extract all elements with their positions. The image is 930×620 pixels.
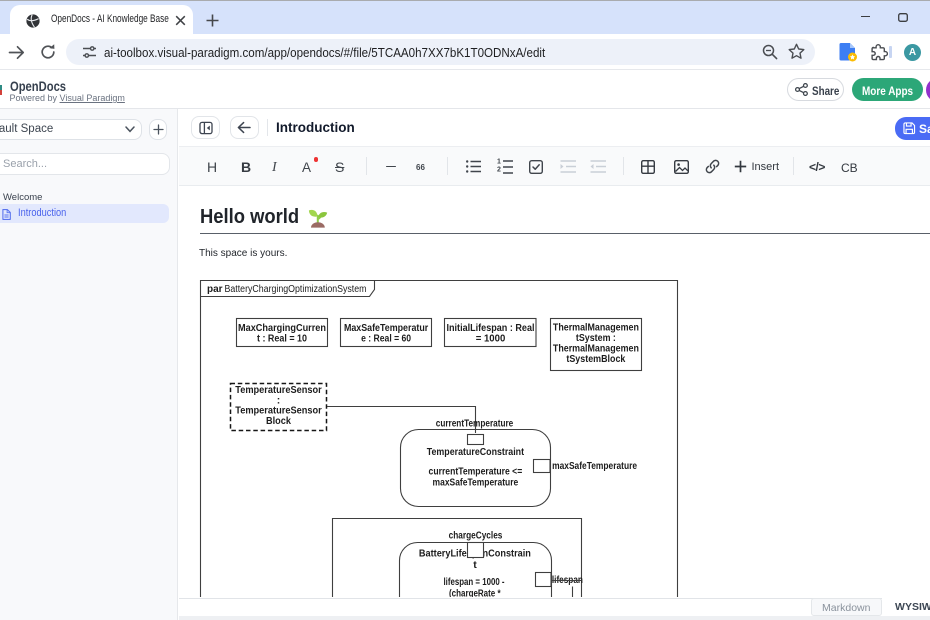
svg-text:(chargeRate *: (chargeRate * bbox=[449, 587, 501, 597]
svg-text:lifespan = 1000 -: lifespan = 1000 - bbox=[444, 576, 505, 588]
svg-text:par: par bbox=[207, 284, 223, 295]
svg-text:1: 1 bbox=[497, 159, 501, 166]
svg-text:e : Real = 60: e : Real = 60 bbox=[361, 332, 411, 344]
svg-text:2: 2 bbox=[497, 167, 501, 174]
svg-text:t : Real = 10: t : Real = 10 bbox=[257, 332, 307, 344]
svg-text:currentTemperature: currentTemperature bbox=[436, 417, 514, 429]
svg-text:chargeCycles: chargeCycles bbox=[449, 530, 503, 542]
svg-text:Block: Block bbox=[266, 415, 291, 427]
svg-text:= 1000: = 1000 bbox=[476, 332, 506, 344]
svg-text:maxSafeTemperature: maxSafeTemperature bbox=[433, 476, 519, 488]
svg-text:t: t bbox=[473, 559, 477, 571]
svg-text:tSystemBlock: tSystemBlock bbox=[566, 353, 625, 365]
svg-text:TemperatureConstraint: TemperatureConstraint bbox=[427, 446, 525, 458]
svg-text:BatteryChargingOptimizationSys: BatteryChargingOptimizationSystem bbox=[225, 284, 367, 295]
svg-text:maxSafeTemperature: maxSafeTemperature bbox=[552, 460, 637, 472]
